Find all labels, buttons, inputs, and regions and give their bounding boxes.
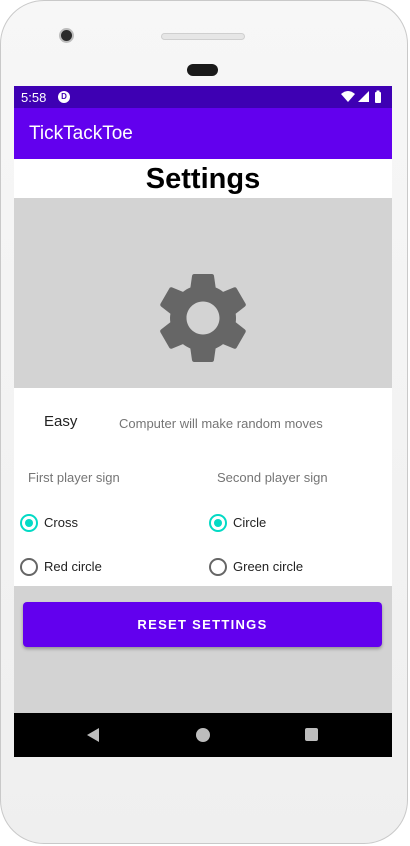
radio-button-unchecked[interactable]	[20, 558, 38, 576]
system-navigation-bar	[14, 713, 392, 757]
difficulty-value[interactable]: Easy	[44, 413, 77, 430]
notification-app-icon: D	[58, 91, 70, 103]
signal-icon	[358, 91, 369, 102]
app-title: TickTackToe	[29, 123, 133, 144]
status-bar: 5:58 D	[14, 86, 392, 108]
screen: 5:58 D TickTackToe Settings Easy Compute…	[14, 86, 392, 757]
status-time: 5:58	[21, 90, 47, 105]
gear-banner	[14, 198, 392, 388]
radio-label: Cross	[44, 515, 78, 530]
gear-icon	[160, 274, 246, 362]
device-frame: 5:58 D TickTackToe Settings Easy Compute…	[0, 0, 408, 844]
reset-settings-button[interactable]: RESET SETTINGS	[23, 602, 382, 647]
recent-square-icon[interactable]	[305, 728, 318, 741]
difficulty-description: Computer will make random moves	[119, 416, 323, 431]
settings-header: Settings	[14, 159, 392, 198]
battery-icon	[375, 90, 381, 103]
radio-button-checked[interactable]	[20, 514, 38, 532]
page-title: Settings	[145, 163, 261, 195]
difficulty-row[interactable]: Easy Computer will make random moves	[14, 388, 392, 458]
second-player-label: Second player sign	[217, 470, 328, 485]
radio-button-checked[interactable]	[209, 514, 227, 532]
front-camera	[59, 28, 74, 43]
status-icons	[340, 90, 384, 104]
app-bar: TickTackToe	[14, 108, 392, 159]
back-triangle-icon[interactable]	[86, 727, 100, 743]
home-circle-icon[interactable]	[196, 728, 210, 742]
radio-label: Circle	[233, 515, 267, 530]
wifi-icon	[341, 91, 355, 102]
radio-button-unchecked[interactable]	[209, 558, 227, 576]
earpiece-speaker	[161, 33, 245, 40]
radio-label: Green circle	[233, 559, 304, 574]
first-player-label: First player sign	[28, 470, 120, 485]
radio-label: Red circle	[44, 559, 102, 574]
settings-panel: Easy Computer will make random moves Fir…	[14, 388, 392, 586]
proximity-sensor	[187, 64, 218, 76]
